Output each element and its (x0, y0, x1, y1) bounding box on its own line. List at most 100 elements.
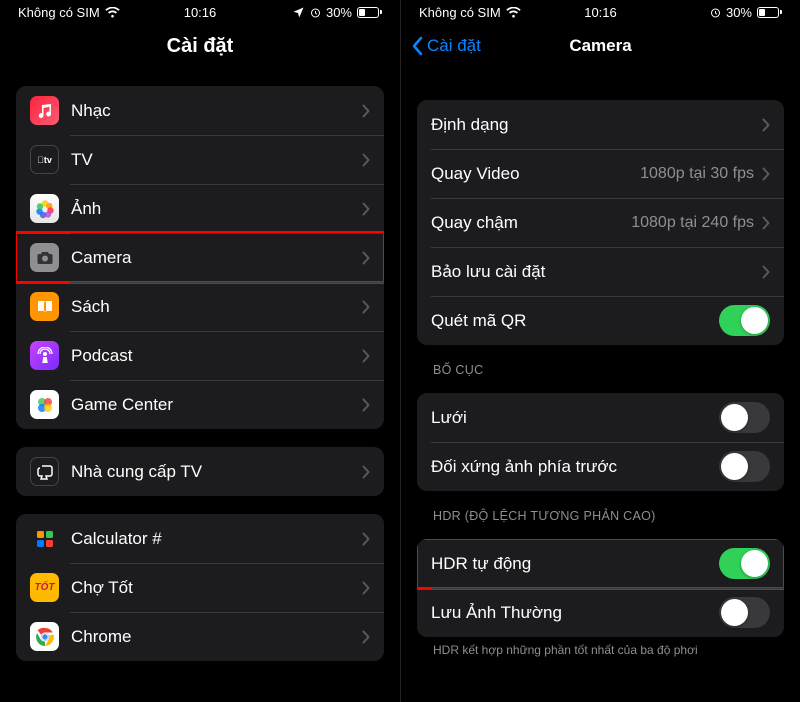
chrome-icon (30, 622, 59, 651)
row-grid[interactable]: Lưới (417, 393, 784, 442)
alarm-icon (310, 7, 321, 18)
row-tvprovider[interactable]: Nhà cung cấp TV (16, 447, 384, 496)
keep-normal-toggle[interactable] (719, 597, 770, 628)
gamecenter-icon (30, 390, 59, 419)
page-title: Camera (569, 36, 631, 56)
row-tv[interactable]: tv TV (16, 135, 384, 184)
row-format[interactable]: Định dạng (417, 100, 784, 149)
row-smart-hdr[interactable]: HDR tự động (417, 539, 784, 588)
status-bar: Không có SIM 10:16 30% (401, 0, 800, 24)
battery-pct: 30% (326, 5, 352, 20)
row-chotot[interactable]: TỐT Chợ Tốt (16, 563, 384, 612)
screen-camera-settings: Không có SIM 10:16 30% Cài đặt Camera Đị… (400, 0, 800, 702)
camera-icon (30, 243, 59, 272)
status-bar: Không có SIM 10:16 30% (0, 0, 400, 24)
chevron-right-icon (762, 265, 770, 279)
wifi-icon (105, 7, 120, 18)
chevron-right-icon (762, 118, 770, 132)
row-photos[interactable]: Ảnh (16, 184, 384, 233)
podcast-icon (30, 341, 59, 370)
row-mirror[interactable]: Đối xứng ảnh phía trước (417, 442, 784, 491)
music-icon (30, 96, 59, 125)
calc-icon (30, 524, 59, 553)
row-label: Camera (71, 248, 362, 268)
chevron-right-icon (362, 300, 370, 314)
row-record-video[interactable]: Quay Video 1080p tại 30 fps (417, 149, 784, 198)
books-icon (30, 292, 59, 321)
row-label: Chợ Tốt (71, 578, 362, 598)
row-gamecenter[interactable]: Game Center (16, 380, 384, 429)
carrier-label: Không có SIM (18, 5, 100, 20)
group-header-layout: Bố cục (417, 345, 784, 383)
row-label: Calculator # (71, 529, 362, 549)
row-label: Định dạng (431, 115, 762, 135)
chevron-right-icon (362, 153, 370, 167)
chevron-right-icon (762, 216, 770, 230)
row-label: Chrome (71, 627, 362, 647)
photos-icon (30, 194, 59, 223)
battery-icon (357, 7, 382, 18)
row-podcast[interactable]: Podcast (16, 331, 384, 380)
back-label: Cài đặt (427, 36, 481, 56)
back-button[interactable]: Cài đặt (411, 36, 481, 56)
settings-content[interactable]: Nhạc tv TV Ảnh Camera Sách Podcast Game… (0, 86, 400, 661)
chevron-right-icon (362, 581, 370, 595)
row-label: Lưu Ảnh Thường (431, 603, 719, 623)
row-label: TV (71, 150, 362, 170)
chevron-right-icon (362, 349, 370, 363)
camera-content[interactable]: Định dạng Quay Video 1080p tại 30 fps Qu… (401, 100, 800, 657)
chevron-right-icon (362, 532, 370, 546)
chotot-icon: TỐT (30, 573, 59, 602)
row-label: Đối xứng ảnh phía trước (431, 457, 719, 477)
row-label: HDR tự động (431, 554, 719, 574)
row-label: Quay chậm (431, 213, 631, 233)
row-keep-normal[interactable]: Lưu Ảnh Thường (417, 588, 784, 637)
nav-header: Cài đặt Camera (401, 24, 800, 68)
row-label: Game Center (71, 395, 362, 415)
location-icon (293, 7, 304, 18)
row-label: Sách (71, 297, 362, 317)
chevron-right-icon (362, 465, 370, 479)
tv-icon: tv (30, 145, 59, 174)
row-chrome[interactable]: Chrome (16, 612, 384, 661)
row-slo-mo[interactable]: Quay chậm 1080p tại 240 fps (417, 198, 784, 247)
row-label: Lưới (431, 408, 719, 428)
row-label: Quay Video (431, 164, 640, 184)
row-label: Podcast (71, 346, 362, 366)
grid-toggle[interactable] (719, 402, 770, 433)
page-title: Cài đặt (167, 35, 234, 58)
row-value: 1080p tại 240 fps (631, 214, 754, 232)
group-header-hdr: HDR (Độ lệch tương phản cao) (417, 491, 784, 529)
tvprovider-icon (30, 457, 59, 486)
wifi-icon (506, 7, 521, 18)
smart-hdr-toggle[interactable] (719, 548, 770, 579)
battery-pct: 30% (726, 5, 752, 20)
screen-settings: Không có SIM 10:16 30% Cài đặt Nhạc tv … (0, 0, 400, 702)
row-calc[interactable]: Calculator # (16, 514, 384, 563)
row-camera[interactable]: Camera (16, 233, 384, 282)
scan-qr-toggle[interactable] (719, 305, 770, 336)
row-label: Ảnh (71, 199, 362, 219)
chevron-right-icon (362, 251, 370, 265)
row-music[interactable]: Nhạc (16, 86, 384, 135)
chevron-right-icon (362, 202, 370, 216)
mirror-toggle[interactable] (719, 451, 770, 482)
chevron-right-icon (762, 167, 770, 181)
row-value: 1080p tại 30 fps (640, 165, 754, 183)
battery-icon (757, 7, 782, 18)
status-time: 10:16 (184, 5, 217, 20)
alarm-icon (710, 7, 721, 18)
row-label: Nhà cung cấp TV (71, 462, 362, 482)
status-time: 10:16 (584, 5, 617, 20)
chevron-right-icon (362, 104, 370, 118)
row-books[interactable]: Sách (16, 282, 384, 331)
row-label: Nhạc (71, 101, 362, 121)
chevron-right-icon (362, 398, 370, 412)
hdr-footer-note: HDR kết hợp những phần tốt nhất của ba đ… (417, 637, 784, 657)
chevron-left-icon (411, 36, 423, 56)
chevron-right-icon (362, 630, 370, 644)
row-scan-qr[interactable]: Quét mã QR (417, 296, 784, 345)
row-label: Quét mã QR (431, 311, 719, 331)
carrier-label: Không có SIM (419, 5, 501, 20)
row-preserve[interactable]: Bảo lưu cài đặt (417, 247, 784, 296)
